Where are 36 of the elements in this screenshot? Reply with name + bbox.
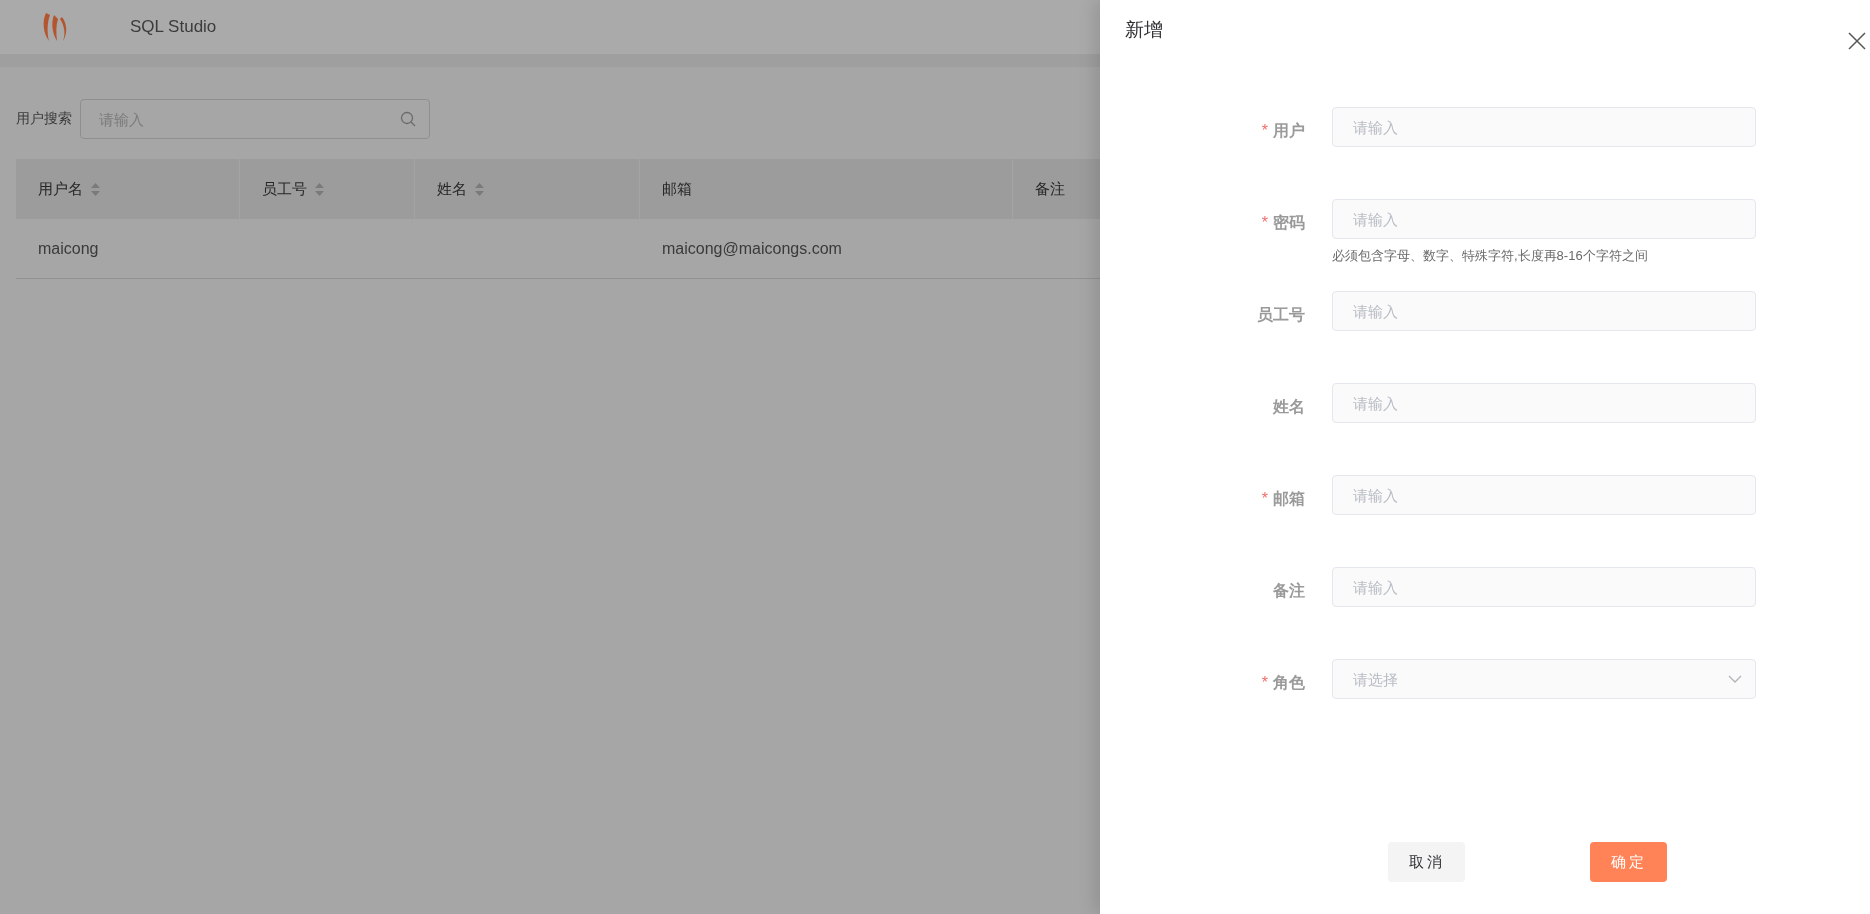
field-label: 邮箱 <box>1273 488 1305 509</box>
select-field[interactable]: 请选择 <box>1332 659 1756 699</box>
cancel-button[interactable]: 取消 <box>1388 842 1465 882</box>
input-field[interactable]: 请输入 <box>1332 291 1756 331</box>
column-header[interactable]: 用户名 <box>38 179 83 199</box>
column-header: 备注 <box>1035 179 1065 199</box>
field-label: 角色 <box>1273 672 1305 693</box>
sort-icon[interactable] <box>315 182 324 196</box>
search-icon[interactable] <box>400 111 416 127</box>
field-label: 用户 <box>1273 120 1305 141</box>
drawer-title: 新增 <box>1125 18 1163 42</box>
input-field[interactable]: 请输入 <box>1332 475 1756 515</box>
input-field[interactable]: 请输入 <box>1332 383 1756 423</box>
column-header[interactable]: 员工号 <box>262 179 307 199</box>
required-asterisk: * <box>1261 122 1268 140</box>
field-label: 姓名 <box>1273 396 1305 417</box>
sort-icon[interactable] <box>91 182 100 196</box>
table-cell: maicong <box>38 239 99 257</box>
input-field[interactable]: 请输入 <box>1332 107 1756 147</box>
close-button[interactable] <box>1846 30 1868 52</box>
search-label: 用户搜索 <box>16 110 72 128</box>
field-label: 员工号 <box>1257 304 1305 325</box>
app-title: SQL Studio <box>130 17 217 37</box>
field-label: 密码 <box>1273 212 1305 233</box>
input-field[interactable]: 请输入 <box>1332 199 1756 239</box>
column-header: 邮箱 <box>662 179 692 199</box>
required-asterisk: * <box>1261 214 1268 232</box>
help-text: 必须包含字母、数字、特殊字符,长度再8-16个字符之间 <box>1332 247 1649 265</box>
column-header[interactable]: 姓名 <box>437 179 467 199</box>
required-asterisk: * <box>1261 490 1268 508</box>
sort-icon[interactable] <box>475 182 484 196</box>
required-asterisk: * <box>1261 674 1268 692</box>
input-field[interactable]: 请输入 <box>1332 567 1756 607</box>
field-label: 备注 <box>1273 580 1305 601</box>
table-cell: maicong@maicongs.com <box>662 239 842 257</box>
chevron-down-icon <box>1728 675 1742 683</box>
